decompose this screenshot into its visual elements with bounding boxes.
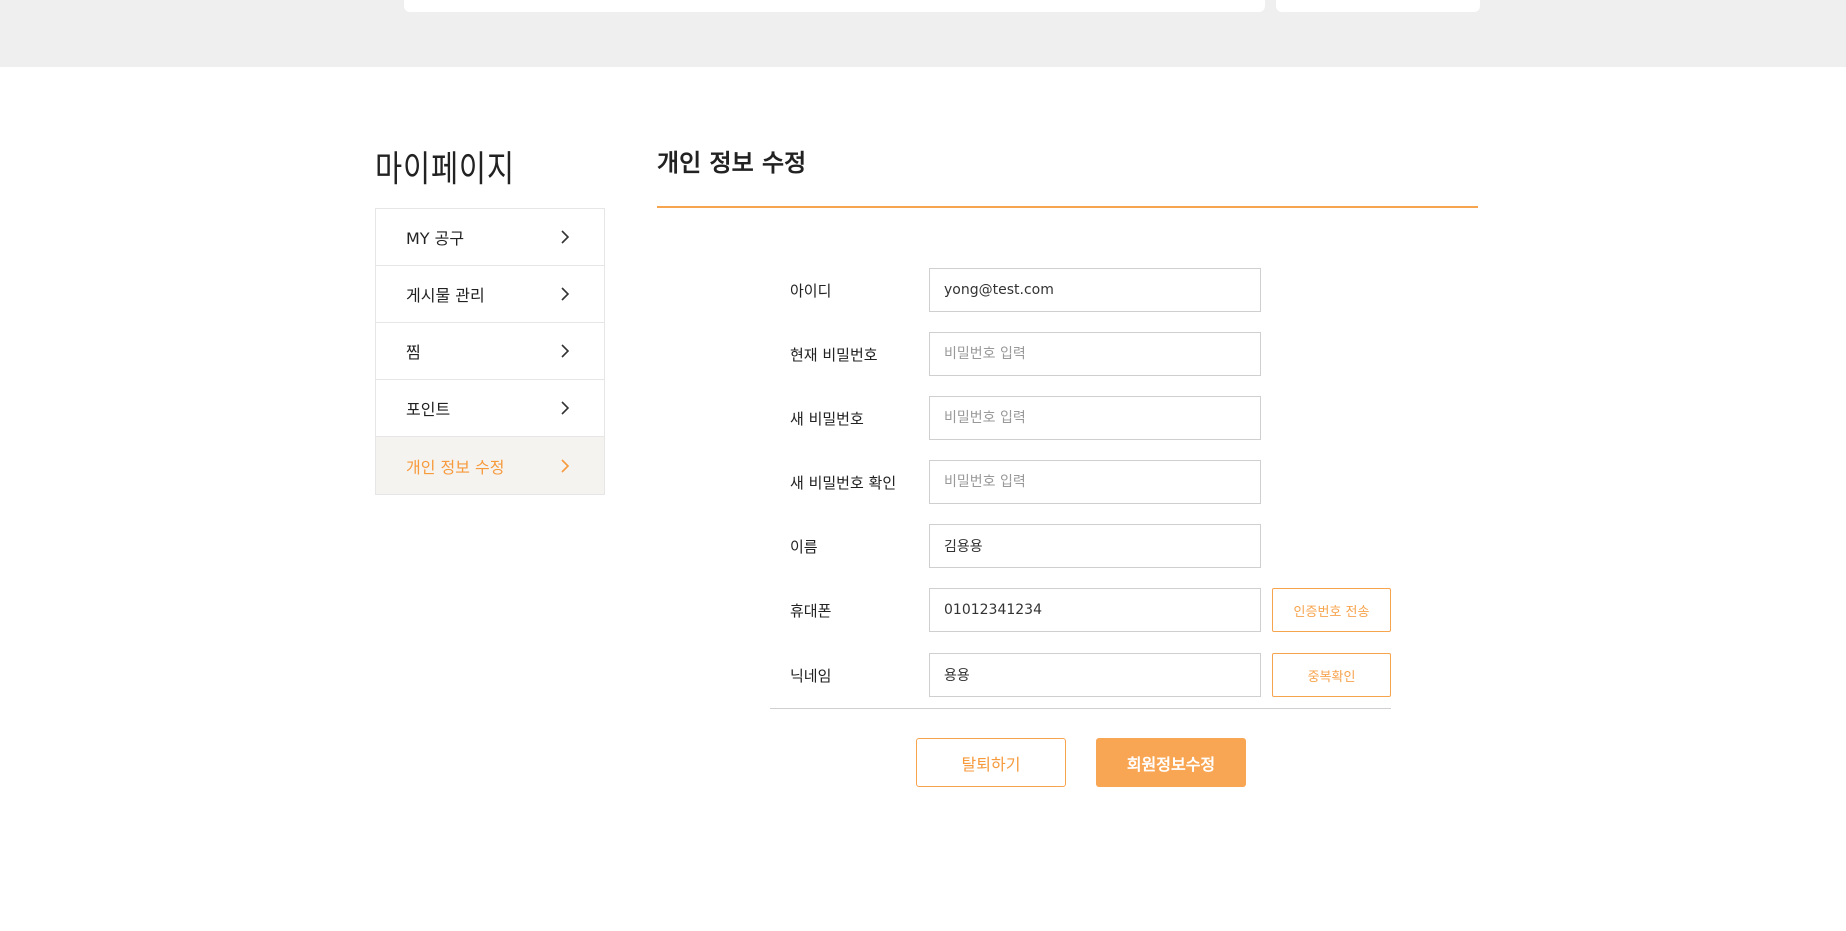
current-password-field[interactable] [929, 332, 1261, 376]
check-duplicate-button[interactable]: 중복확인 [1272, 653, 1391, 697]
title-divider [657, 206, 1478, 208]
new-password-label: 새 비밀번호 [790, 409, 864, 428]
phone-label: 휴대폰 [790, 601, 832, 620]
form-row-id: 아이디 [790, 268, 1261, 312]
sidebar-item-label: 게시물 관리 [406, 286, 485, 305]
chevron-right-icon [556, 285, 574, 303]
chevron-right-icon [556, 457, 574, 475]
sidebar-item-label: 포인트 [406, 400, 451, 419]
name-field[interactable] [929, 524, 1261, 568]
nickname-field[interactable] [929, 653, 1261, 697]
mypage-title: 마이페이지 [375, 149, 515, 190]
form-row-nickname: 닉네임 중복확인 [790, 653, 1391, 697]
sidebar-item-posts[interactable]: 게시물 관리 [376, 266, 604, 323]
top-card-main [404, 0, 1265, 12]
id-field[interactable] [929, 268, 1261, 312]
nickname-label: 닉네임 [790, 666, 832, 685]
withdraw-button[interactable]: 탈퇴하기 [916, 738, 1066, 787]
form-row-phone: 휴대폰 인증번호 전송 [790, 588, 1391, 632]
form-row-name: 이름 [790, 524, 1261, 568]
form-row-new-password-confirm: 새 비밀번호 확인 [790, 460, 1261, 504]
top-band [0, 0, 1846, 67]
chevron-right-icon [556, 399, 574, 417]
current-password-label: 현재 비밀번호 [790, 345, 878, 364]
sidebar-item-edit-profile[interactable]: 개인 정보 수정 [376, 437, 604, 494]
top-card-side [1276, 0, 1480, 12]
new-password-confirm-label: 새 비밀번호 확인 [790, 473, 897, 492]
form-divider [770, 708, 1391, 709]
form-row-current-password: 현재 비밀번호 [790, 332, 1261, 376]
sidebar-item-label: 찜 [406, 343, 421, 362]
sidebar-item-my-gonggu[interactable]: MY 공구 [376, 209, 604, 266]
new-password-field[interactable] [929, 396, 1261, 440]
section-title: 개인 정보 수정 [657, 149, 807, 177]
send-verification-button[interactable]: 인증번호 전송 [1272, 588, 1391, 632]
form-row-new-password: 새 비밀번호 [790, 396, 1261, 440]
new-password-confirm-field[interactable] [929, 460, 1261, 504]
chevron-right-icon [556, 342, 574, 360]
sidebar-item-label: MY 공구 [406, 229, 465, 248]
sidebar-item-points[interactable]: 포인트 [376, 380, 604, 437]
name-label: 이름 [790, 537, 818, 556]
sidebar-item-label: 개인 정보 수정 [406, 457, 505, 477]
chevron-right-icon [556, 228, 574, 246]
update-profile-button[interactable]: 회원정보수정 [1096, 738, 1246, 787]
mypage-sidebar: MY 공구 게시물 관리 찜 포인트 개인 정보 수정 [375, 208, 605, 495]
sidebar-item-wishlist[interactable]: 찜 [376, 323, 604, 380]
phone-field[interactable] [929, 588, 1261, 632]
id-label: 아이디 [790, 281, 832, 300]
